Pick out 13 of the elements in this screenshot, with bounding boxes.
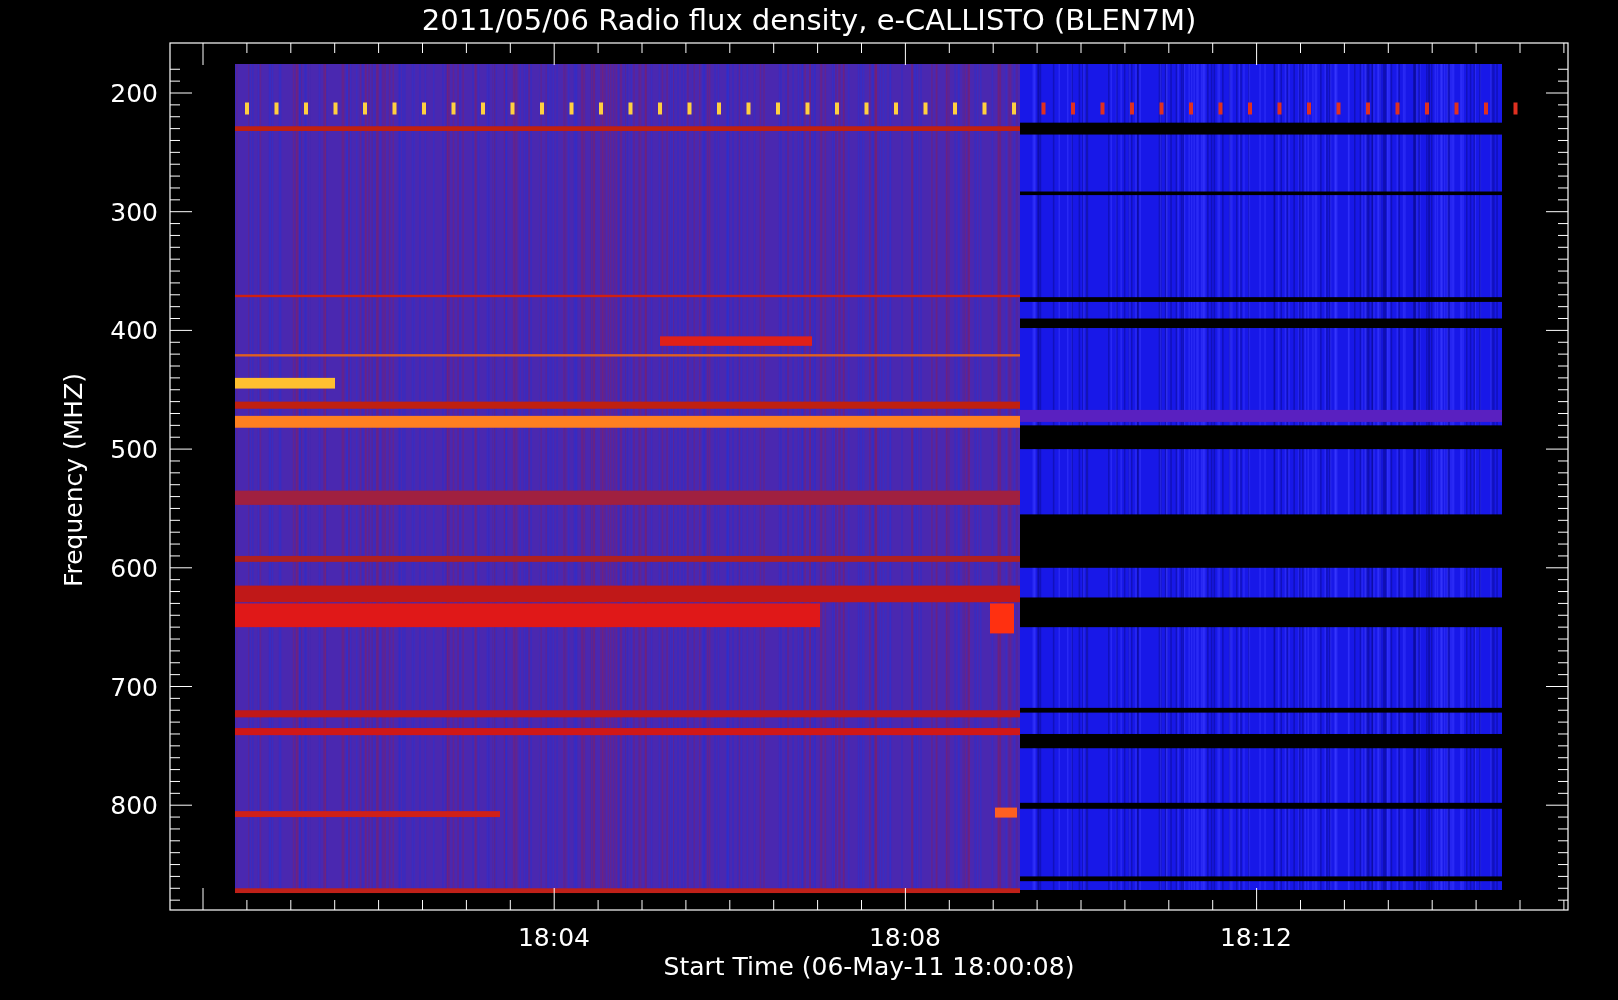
x-tick-label: 18:04 bbox=[518, 923, 590, 952]
y-tick-label: 700 bbox=[110, 672, 158, 702]
y-tick-label: 800 bbox=[110, 791, 158, 821]
y-tick-label: 200 bbox=[110, 79, 158, 108]
y-tick-label: 500 bbox=[110, 435, 158, 465]
x-tick-label: 18:08 bbox=[869, 923, 941, 952]
y-tick-label: 300 bbox=[110, 197, 158, 227]
x-axis-label: Start Time (06-May-11 18:00:08) bbox=[663, 952, 1075, 981]
x-tick-label: 18:12 bbox=[1220, 923, 1292, 952]
y-tick-label: 400 bbox=[110, 316, 158, 346]
y-axis-label: Frequency (MHZ) bbox=[59, 372, 88, 588]
plot-title: 2011/05/06 Radio flux density, e-CALLISTO (BLEN7M) bbox=[421, 2, 1197, 38]
y-tick-label: 600 bbox=[110, 553, 158, 583]
